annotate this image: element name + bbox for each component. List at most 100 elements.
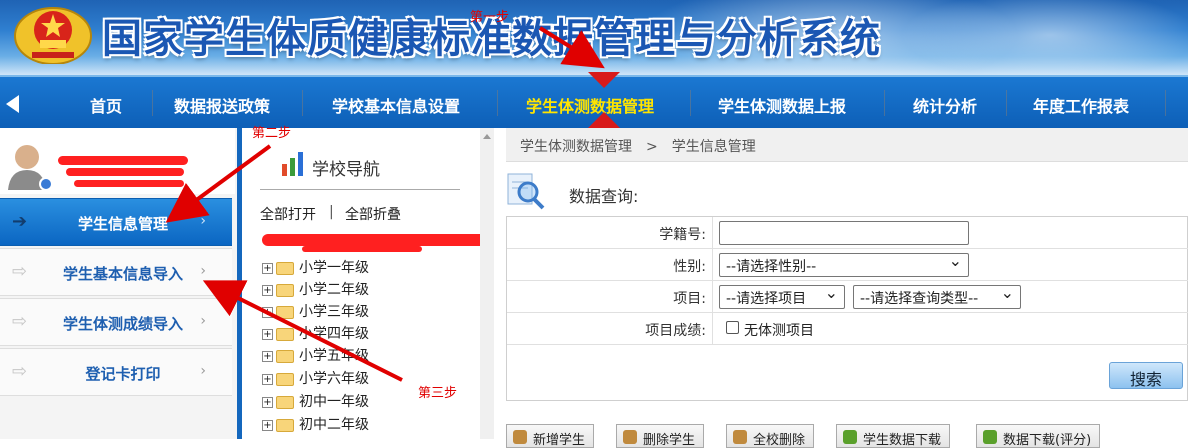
tree-node[interactable]: + 小学三年级 [262, 301, 369, 321]
nav-separator [1165, 90, 1166, 116]
add-student-button[interactable]: 新增学生 [506, 424, 595, 448]
users-icon [733, 430, 747, 444]
chevron-right-icon: › [200, 263, 206, 279]
scroll-up-icon[interactable] [483, 134, 491, 139]
step2-annotation: 第二步 [252, 126, 292, 141]
expand-icon[interactable]: + [262, 373, 273, 385]
nav-separator [1006, 90, 1007, 116]
folder-icon [276, 372, 294, 386]
no-test-checkbox[interactable] [726, 321, 739, 334]
tree-node[interactable]: + 初中一年级 [262, 391, 369, 411]
nav-separator [302, 90, 303, 116]
expand-icon[interactable]: + [262, 306, 273, 318]
tree-node[interactable]: + 初中二年级 [262, 414, 369, 434]
folder-icon [276, 349, 294, 363]
tree-node[interactable]: + 小学一年级 [262, 257, 369, 277]
sidebar-item-label: 学生基本信息导入 [62, 265, 183, 283]
nav-scroll-left-icon[interactable] [6, 95, 19, 113]
collapse-all-link[interactable]: 全部折叠 [345, 204, 401, 224]
sidebar-item-label: 学生体测成绩导入 [62, 315, 183, 333]
tree-node-label: 初中一年级 [299, 394, 369, 410]
tree-node[interactable]: + 小学二年级 [262, 279, 369, 299]
redacted-username [66, 168, 184, 176]
sidebar-item-score-import[interactable]: ⇨ 学生体测成绩导入 › [0, 298, 232, 346]
arrow-right-icon: ➔ [12, 211, 28, 232]
download-student-data-button[interactable]: 学生数据下载 [836, 424, 951, 448]
delete-all-button[interactable]: 全校删除 [726, 424, 815, 448]
tree-node-label: 小学三年级 [299, 304, 369, 320]
tree-title: 学校导航 [312, 160, 380, 180]
form-row-student-id: 学籍号: [507, 217, 1188, 249]
expand-icon[interactable]: + [262, 262, 273, 274]
users-icon [623, 430, 637, 444]
tree-node-label: 初中二年级 [299, 417, 369, 433]
delete-student-button[interactable]: 删除学生 [616, 424, 705, 448]
item-label: 项目: [507, 281, 713, 313]
tree-scrollbar[interactable] [480, 128, 494, 439]
form-row-score: 项目成绩: 无体测项目 [507, 313, 1188, 345]
nav-test-data-report[interactable]: 学生体测数据上报 [718, 93, 846, 117]
nav-separator [690, 90, 691, 116]
breadcrumb-item-current: 学生信息管理 [671, 139, 756, 155]
search-button[interactable]: 搜索 [1109, 362, 1183, 389]
expand-icon[interactable]: + [262, 328, 273, 340]
folder-icon [276, 283, 294, 297]
item-select-value: --请选择项目 [726, 291, 807, 307]
chevron-right-icon: › [200, 213, 206, 229]
expand-icon[interactable]: + [262, 284, 273, 296]
gender-select[interactable]: --请选择性别-- [719, 251, 969, 277]
form-row-gender: 性别: --请选择性别-- [507, 249, 1188, 281]
breadcrumb-item[interactable]: 学生体测数据管理 [520, 139, 632, 155]
user-info [0, 128, 235, 194]
redacted-username [74, 180, 184, 187]
nav-annual-report[interactable]: 年度工作报表 [1033, 93, 1129, 117]
redacted-school-name [262, 234, 488, 246]
gender-label: 性别: [507, 249, 713, 281]
sidebar-item-basic-import[interactable]: ⇨ 学生基本信息导入 › [0, 248, 232, 296]
button-label: 数据下载(评分) [1003, 433, 1092, 448]
users-icon [513, 430, 527, 444]
query-form: 学籍号: 性别: --请选择性别-- 项目: --请选择项目 --请选择查询类型… [506, 216, 1188, 401]
student-id-input[interactable] [719, 221, 969, 245]
form-row-item: 项目: --请选择项目 --请选择查询类型-- [507, 281, 1188, 313]
sidebar-item-card-print[interactable]: ⇨ 登记卡打印 › [0, 348, 232, 396]
button-label: 学生数据下载 [863, 433, 942, 448]
sidebar-item-label: 登记卡打印 [85, 365, 161, 383]
nav-school-info[interactable]: 学校基本信息设置 [332, 93, 460, 117]
tree-node-label: 小学二年级 [299, 282, 369, 298]
folder-icon [276, 395, 294, 409]
expand-icon[interactable]: + [262, 396, 273, 408]
download-scored-data-button[interactable]: 数据下载(评分) [976, 424, 1101, 448]
button-label: 删除学生 [643, 433, 696, 448]
national-emblem-icon [14, 7, 92, 64]
nav-policy[interactable]: 数据报送政策 [174, 93, 270, 117]
download-icon [983, 430, 997, 444]
nav-statistics[interactable]: 统计分析 [913, 93, 977, 117]
no-test-label[interactable]: 无体测项目 [744, 320, 814, 340]
expand-all-link[interactable]: 全部打开 [260, 204, 316, 224]
query-title: 数据查询: [569, 187, 639, 206]
tree-node[interactable]: + 小学四年级 [262, 323, 369, 343]
tree-node[interactable]: + 小学六年级 [262, 368, 369, 388]
expand-icon[interactable]: + [262, 419, 273, 431]
sidebar-item-student-info[interactable]: ➔ 学生信息管理 › [0, 198, 232, 246]
breadcrumb-separator: > [646, 139, 658, 155]
query-type-select[interactable]: --请选择查询类型-- [853, 283, 1021, 309]
tree-node-label: 小学一年级 [299, 260, 369, 276]
step1-annotation: 第一步 [470, 10, 510, 25]
nav-test-data-management[interactable]: 学生体测数据管理 [526, 93, 654, 117]
tree-node-label: 小学四年级 [299, 326, 369, 342]
item-select[interactable]: --请选择项目 [719, 283, 845, 309]
left-sidebar: ➔ 学生信息管理 › ⇨ 学生基本信息导入 › ⇨ 学生体测成绩导入 › ⇨ 登… [0, 128, 240, 439]
avatar [8, 145, 52, 190]
arrow-right-icon: ⇨ [12, 311, 28, 332]
banner-cloud [900, 0, 1188, 75]
link-separator: | [329, 204, 334, 220]
tree-node-label: 小学五年级 [299, 348, 369, 364]
tree-node[interactable]: + 小学五年级 [262, 345, 369, 365]
breadcrumb: 学生体测数据管理 > 学生信息管理 [506, 128, 1188, 162]
expand-icon[interactable]: + [262, 350, 273, 362]
folder-icon [276, 418, 294, 432]
nav-home[interactable]: 首页 [90, 93, 122, 117]
query-type-select-value: --请选择查询类型-- [860, 291, 979, 307]
